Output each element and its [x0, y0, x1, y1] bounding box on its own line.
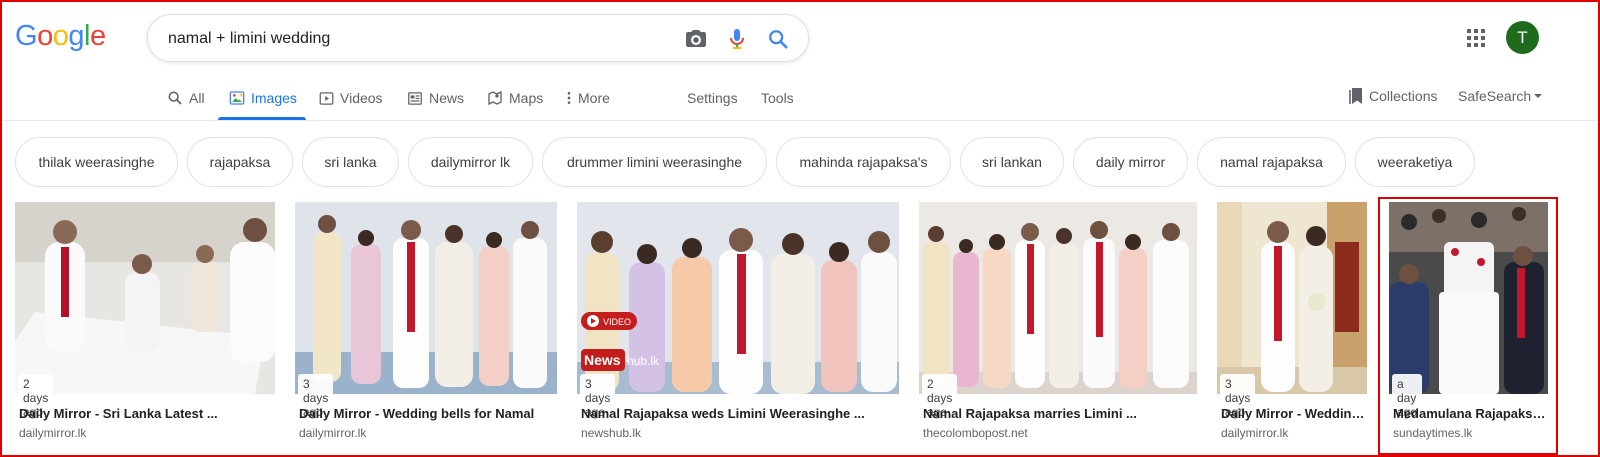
- chip-label: weeraketiya: [1377, 154, 1453, 170]
- tab-label: More: [578, 90, 610, 106]
- tab-maps[interactable]: Maps: [487, 87, 543, 109]
- microphone-icon[interactable]: [725, 27, 749, 51]
- tab-label: All: [189, 90, 205, 106]
- svg-text:hub.lk: hub.lk: [627, 354, 660, 368]
- tab-images[interactable]: Images: [229, 87, 297, 109]
- result-thumbnail[interactable]: [919, 202, 1197, 394]
- logo-letter: o: [37, 20, 53, 52]
- chip-6[interactable]: sri lankan: [960, 137, 1064, 187]
- tools-label: Tools: [761, 90, 794, 106]
- chip-3[interactable]: dailymirror lk: [408, 137, 533, 187]
- more-vert-icon: [567, 92, 571, 104]
- settings-link[interactable]: Settings: [687, 87, 738, 109]
- tools-link[interactable]: Tools: [761, 87, 794, 109]
- search-icon[interactable]: [766, 27, 790, 51]
- result-title[interactable]: Daily Mirror - Wedding...: [1221, 406, 1367, 421]
- result-title[interactable]: Namal Rajapaksa marries Limini ...: [923, 406, 1197, 421]
- newspaper-icon: [408, 91, 422, 105]
- result-source[interactable]: sundaytimes.lk: [1393, 426, 1472, 440]
- tab-news[interactable]: News: [407, 87, 464, 109]
- svg-text:News: News: [584, 352, 621, 368]
- tab-label: News: [429, 90, 465, 106]
- logo-letter: G: [15, 20, 38, 52]
- result-thumbnail[interactable]: [295, 202, 557, 394]
- result-thumbnail[interactable]: VIDEO News hub.lk: [577, 202, 899, 394]
- apps-grid-icon[interactable]: [1464, 26, 1488, 50]
- image-icon: [229, 91, 245, 105]
- logo-letter: g: [68, 20, 84, 52]
- camera-icon[interactable]: [684, 27, 708, 51]
- result-title[interactable]: Daily Mirror - Sri Lanka Latest ...: [19, 406, 274, 421]
- safesearch-dropdown[interactable]: SafeSearch: [1458, 85, 1543, 107]
- chip-label: sri lanka: [324, 154, 377, 170]
- chip-label: drummer limini weerasinghe: [566, 154, 743, 170]
- chip-label: sri lankan: [982, 154, 1042, 170]
- chip-label: thilak weerasinghe: [38, 154, 155, 170]
- nav-divider: [0, 120, 1600, 121]
- result-thumbnail[interactable]: [1217, 202, 1367, 394]
- chip-1[interactable]: rajapaksa: [187, 137, 293, 187]
- chip-5[interactable]: mahinda rajapaksa's: [776, 137, 951, 187]
- chip-label: mahinda rajapaksa's: [799, 154, 928, 170]
- tab-videos[interactable]: Videos: [319, 87, 383, 109]
- result-source[interactable]: thecolombopost.net: [923, 426, 1028, 440]
- result-source[interactable]: newshub.lk: [581, 426, 641, 440]
- tab-more[interactable]: More: [566, 87, 610, 109]
- result-source[interactable]: dailymirror.lk: [299, 426, 366, 440]
- collections-label: Collections: [1369, 88, 1438, 104]
- chip-0[interactable]: thilak weerasinghe: [15, 137, 178, 187]
- chip-label: namal rajapaksa: [1220, 154, 1323, 170]
- logo-letter: e: [89, 20, 106, 52]
- chip-9[interactable]: weeraketiya: [1355, 137, 1475, 187]
- chip-2[interactable]: sri lanka: [302, 137, 399, 187]
- chip-label: daily mirror: [1095, 154, 1166, 170]
- result-source[interactable]: dailymirror.lk: [19, 426, 86, 440]
- result-thumbnail[interactable]: [15, 202, 275, 394]
- result-source[interactable]: dailymirror.lk: [1221, 426, 1288, 440]
- result-thumbnail[interactable]: [1389, 202, 1548, 394]
- chip-8[interactable]: namal rajapaksa: [1197, 137, 1346, 187]
- google-logo[interactable]: Google: [15, 20, 110, 54]
- logo-letter: o: [52, 20, 69, 52]
- chip-4[interactable]: drummer limini weerasinghe: [542, 137, 767, 187]
- tab-label: Maps: [509, 90, 544, 106]
- safesearch-label: SafeSearch: [1458, 88, 1532, 104]
- svg-text:VIDEO: VIDEO: [603, 317, 631, 327]
- chip-label: dailymirror lk: [430, 154, 511, 170]
- search-input[interactable]: [168, 27, 668, 51]
- search-box: [147, 14, 809, 62]
- collections-link[interactable]: Collections: [1349, 85, 1437, 107]
- chip-label: rajapaksa: [209, 154, 271, 170]
- search-icon: [168, 91, 182, 105]
- map-icon: [488, 90, 502, 106]
- result-title[interactable]: Daily Mirror - Wedding bells for Namal: [299, 406, 557, 421]
- settings-label: Settings: [687, 90, 738, 106]
- play-icon: [319, 91, 334, 105]
- chip-7[interactable]: daily mirror: [1073, 137, 1188, 187]
- caret-down-icon: [1534, 94, 1543, 98]
- tab-label: Videos: [340, 90, 383, 106]
- bookmark-icon: [1349, 88, 1362, 104]
- tab-label: Images: [251, 90, 297, 106]
- tab-all[interactable]: All: [167, 87, 205, 109]
- result-title[interactable]: Namal Rajapaksa weds Limini Weerasinghe …: [581, 406, 899, 421]
- result-title[interactable]: Medamulana Rajapaksa ...: [1393, 406, 1548, 421]
- avatar[interactable]: T: [1506, 21, 1539, 54]
